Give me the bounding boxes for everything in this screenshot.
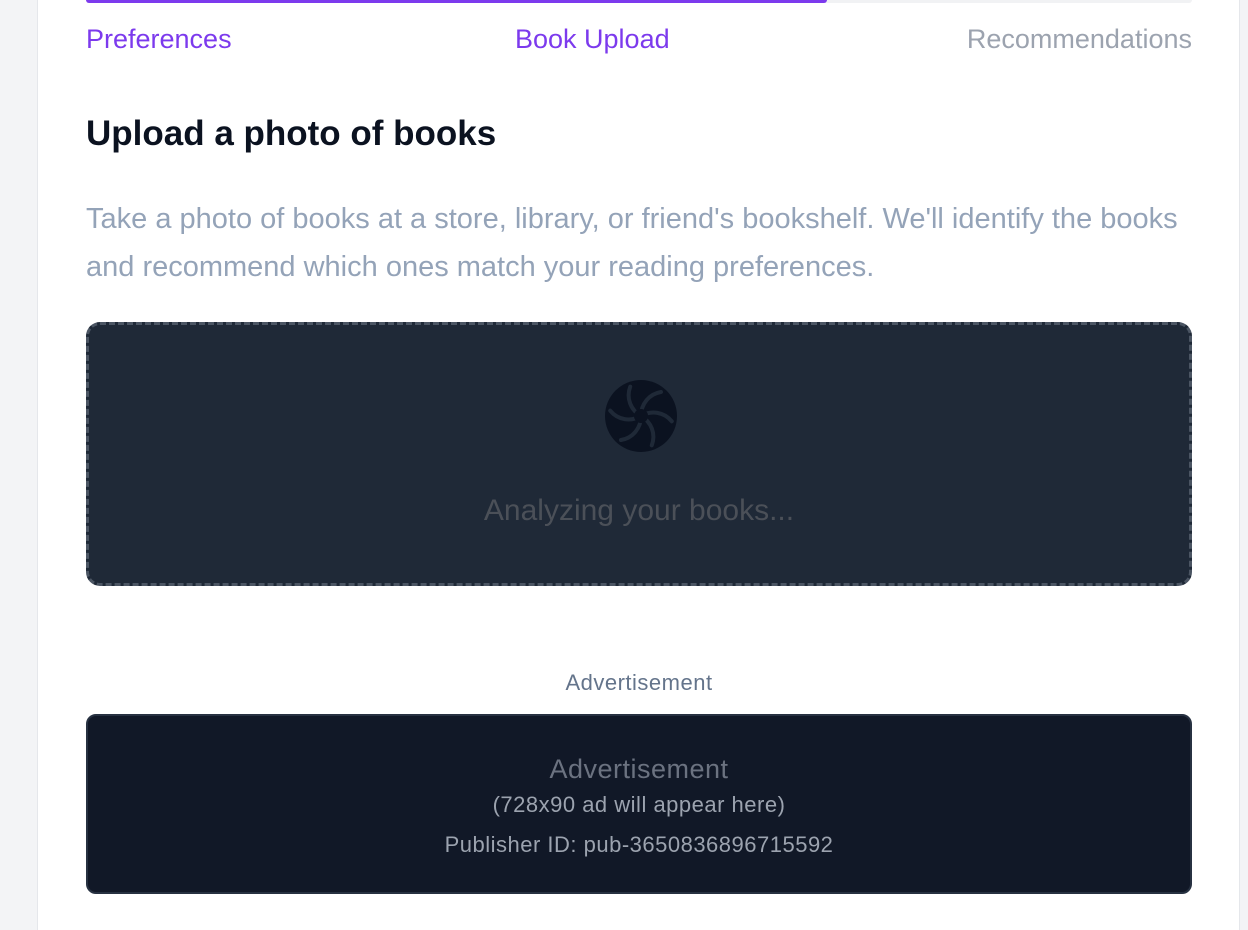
- progress-bar-fill: [86, 0, 828, 3]
- page-title: Upload a photo of books: [86, 114, 497, 153]
- ad-banner[interactable]: Advertisement (728x90 ad will appear her…: [86, 714, 1192, 894]
- ad-label: Advertisement: [565, 670, 713, 695]
- ad-title: Advertisement: [549, 754, 729, 784]
- step-recommendations[interactable]: Recommendations: [967, 22, 1192, 56]
- ad-size-text: (728x90 ad will appear here): [492, 792, 786, 817]
- ad-publisher-id: Publisher ID: pub-3650836896715592: [444, 832, 834, 857]
- loading-spinner-icon: [605, 380, 677, 452]
- progress-bar: [86, 0, 1192, 3]
- step-book-upload[interactable]: Book Upload: [515, 22, 670, 56]
- step-preferences[interactable]: Preferences: [86, 22, 232, 56]
- upload-description: Take a photo of books at a store, librar…: [86, 203, 1178, 283]
- analyzing-status: Analyzing your books...: [483, 494, 795, 527]
- upload-dropzone[interactable]: Analyzing your books...: [86, 322, 1192, 586]
